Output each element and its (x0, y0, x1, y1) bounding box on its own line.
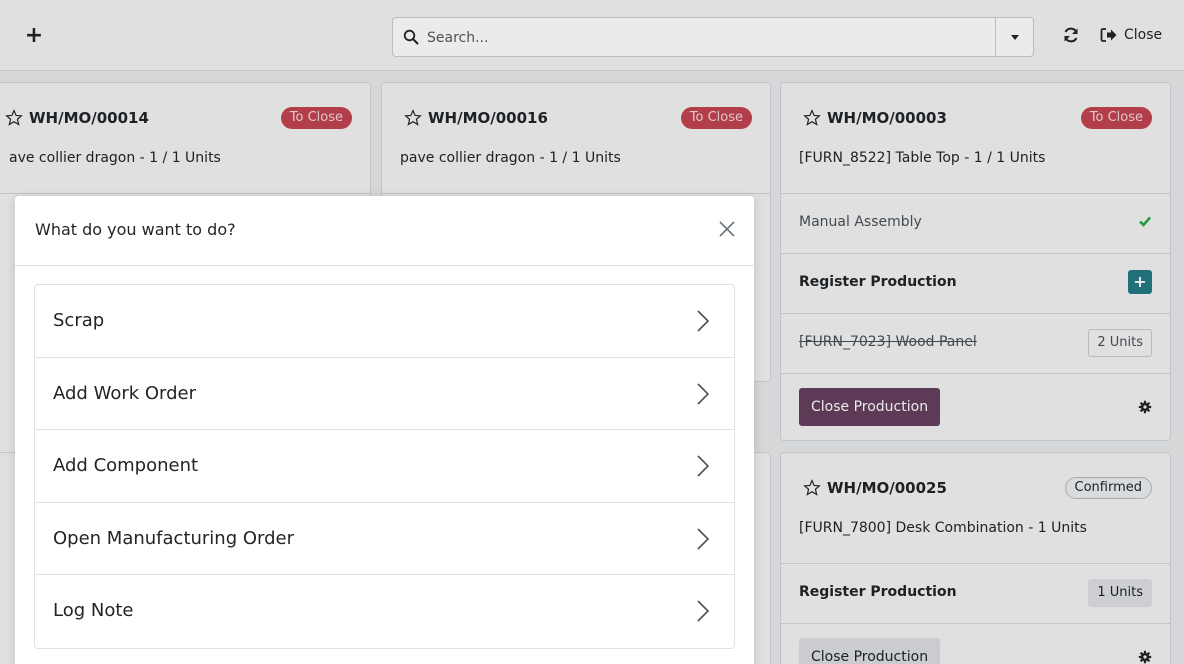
action-label: Log Note (53, 600, 134, 622)
chevron-right-icon (697, 600, 710, 622)
dialog-header: What do you want to do? (15, 196, 754, 266)
chevron-right-icon (697, 310, 710, 332)
action-open-manufacturing-order[interactable]: Open Manufacturing Order (35, 503, 734, 576)
action-add-component[interactable]: Add Component (35, 430, 734, 503)
chevron-right-icon (697, 455, 710, 477)
chevron-right-icon (697, 383, 710, 405)
action-list: Scrap Add Work Order Add Component Open … (34, 284, 735, 649)
action-label: Scrap (53, 310, 105, 331)
action-label: Open Manufacturing Order (53, 527, 295, 549)
action-label: Add Work Order (53, 382, 197, 404)
action-log-note[interactable]: Log Note (35, 575, 734, 648)
action-scrap[interactable]: Scrap (35, 285, 734, 358)
action-label: Add Component (53, 455, 199, 477)
chevron-right-icon (697, 528, 710, 550)
action-add-work-order[interactable]: Add Work Order (35, 358, 734, 431)
actions-dialog: What do you want to do? Scrap Add Work O… (15, 196, 754, 664)
dialog-title: What do you want to do? (35, 220, 236, 239)
close-icon[interactable] (718, 220, 736, 238)
